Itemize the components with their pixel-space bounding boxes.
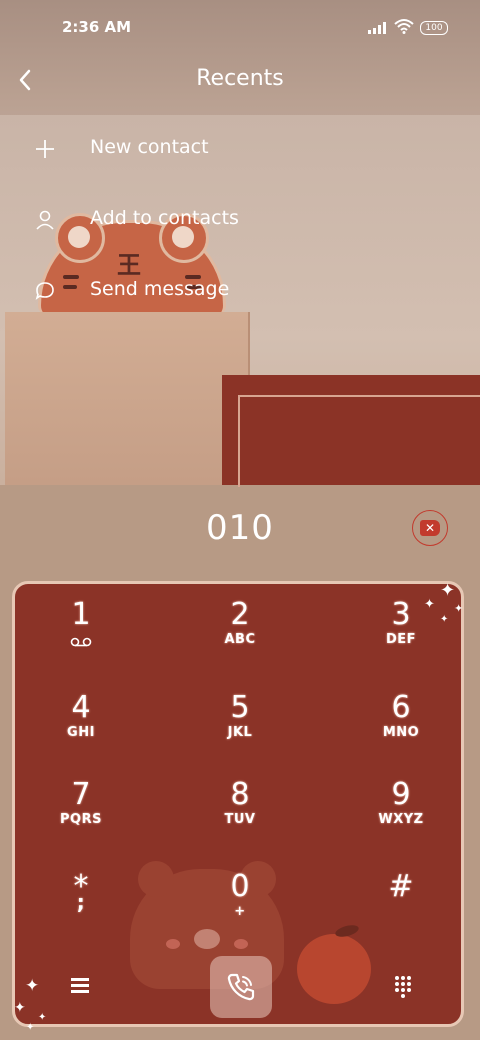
menu-item-add-to-contacts[interactable]: Add to contacts: [0, 193, 480, 253]
menu-item-label: New contact: [90, 136, 209, 158]
voicemail-icon: [70, 637, 92, 647]
key-letters: JKL: [227, 725, 253, 740]
key-2[interactable]: 2 ABC: [170, 592, 310, 672]
sparkle-decoration: ✦: [440, 614, 449, 625]
key-hash[interactable]: #: [331, 864, 461, 944]
key-letters: DEF: [385, 632, 417, 647]
sparkle-decoration: ✦: [440, 580, 456, 601]
signal-icon: [368, 22, 388, 34]
key-8[interactable]: 8 TUV: [170, 772, 310, 852]
key-letters: PQRS: [60, 812, 102, 827]
key-letters: ABC: [224, 632, 256, 647]
key-letters: MNO: [382, 725, 420, 740]
key-digit: 7: [71, 777, 91, 812]
key-digit: 8: [230, 777, 250, 812]
key-digit: 0: [230, 869, 250, 904]
key-digit: #: [388, 869, 414, 904]
person-icon: [36, 210, 54, 230]
menu-item-label: Send message: [90, 278, 230, 300]
menu-item-new-contact[interactable]: New contact: [0, 122, 480, 182]
backspace-icon: ✕: [420, 520, 440, 536]
key-letters: +: [234, 904, 246, 919]
key-letters: TUV: [224, 812, 256, 827]
dialed-number: 010: [206, 508, 274, 548]
sparkle-decoration: ✦: [14, 1000, 26, 1016]
key-star[interactable]: * ;: [15, 864, 151, 944]
orange-illustration: [297, 934, 371, 1004]
dialpad: 1 2 ABC 3 DEF 4 GHI 5 JKL 6 MNO 7 PQRS 8…: [12, 581, 464, 1027]
battery-icon: 100: [420, 21, 448, 35]
key-letters: GHI: [67, 725, 95, 740]
key-4[interactable]: 4 GHI: [15, 685, 151, 765]
key-letters: WXYZ: [378, 812, 424, 827]
key-3[interactable]: 3 DEF: [331, 592, 461, 672]
key-9[interactable]: 9 WXYZ: [331, 772, 461, 852]
key-digit: 4: [71, 690, 91, 725]
status-bar: 2:36 AM 100: [0, 0, 480, 56]
dialpad-toggle-icon[interactable]: [395, 976, 415, 1000]
background-box: [5, 312, 250, 485]
key-digit: 9: [391, 777, 411, 812]
menu-item-label: Add to contacts: [90, 207, 239, 229]
sparkle-decoration: ✦: [26, 1022, 35, 1033]
status-time: 2:36 AM: [62, 18, 132, 36]
menu-icon[interactable]: [71, 976, 93, 996]
background-envelope: [222, 375, 480, 487]
sparkle-decoration: ✦: [25, 976, 40, 996]
menu-item-send-message[interactable]: Send message: [0, 264, 480, 324]
sparkle-decoration: ✦: [424, 597, 435, 612]
phone-icon: [227, 973, 255, 1001]
key-6[interactable]: 6 MNO: [331, 685, 461, 765]
key-1[interactable]: 1: [15, 592, 151, 672]
key-digit: 6: [391, 690, 411, 725]
key-7[interactable]: 7 PQRS: [15, 772, 151, 852]
call-button[interactable]: [210, 956, 272, 1018]
wifi-icon: [394, 19, 414, 34]
key-digit: 2: [230, 597, 250, 632]
plus-icon: [36, 140, 54, 158]
page-title: Recents: [196, 66, 284, 91]
key-5[interactable]: 5 JKL: [170, 685, 310, 765]
sparkle-decoration: ✦: [454, 602, 464, 615]
key-0[interactable]: 0 +: [170, 864, 310, 944]
message-icon: [35, 282, 54, 300]
key-digit: 5: [230, 690, 250, 725]
header: Recents: [0, 56, 480, 116]
delete-button[interactable]: ✕: [412, 510, 448, 546]
key-letters: ;: [76, 890, 86, 914]
sparkle-decoration: ✦: [38, 1012, 47, 1023]
key-digit: 1: [71, 597, 91, 632]
